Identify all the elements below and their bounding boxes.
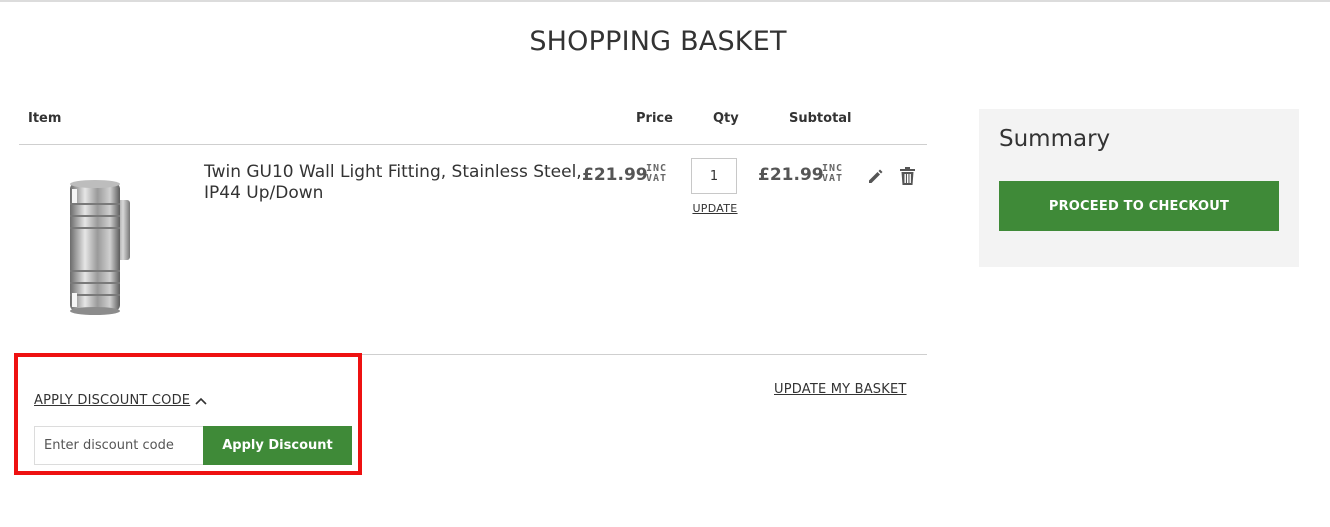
item-subtotal: £21.99 [758,165,824,185]
chevron-up-icon[interactable] [194,396,208,406]
summary-panel: Summary PROCEED TO CHECKOUT [979,109,1299,267]
trash-icon[interactable] [899,166,916,186]
subtotal-vat-label: INC VAT [822,164,843,184]
item-price: £21.99 [582,165,648,185]
page-title: SHOPPING BASKET [529,26,787,57]
summary-title: Summary [999,126,1111,152]
product-image[interactable] [56,175,186,330]
price-vat-label: INC VAT [646,164,667,184]
qty-update-link[interactable]: UPDATE [692,202,738,215]
pencil-icon[interactable] [867,167,885,185]
column-header-item: Item [28,111,62,126]
column-header-subtotal: Subtotal [789,111,852,126]
update-basket-link[interactable]: UPDATE MY BASKET [774,382,907,397]
column-header-price: Price [636,111,673,126]
discount-code-input[interactable] [34,426,204,465]
apply-discount-button[interactable]: Apply Discount [203,426,352,465]
column-header-qty: Qty [713,111,739,126]
qty-input[interactable] [691,158,737,194]
vat-line-2: VAT [646,173,668,184]
header-divider [19,144,927,145]
product-name[interactable]: Twin GU10 Wall Light Fitting, Stainless … [204,162,584,204]
proceed-to-checkout-button[interactable]: PROCEED TO CHECKOUT [999,181,1279,231]
apply-discount-toggle[interactable]: APPLY DISCOUNT CODE [34,393,190,408]
top-divider [0,0,1330,2]
vat-line-2: VAT [822,173,844,184]
